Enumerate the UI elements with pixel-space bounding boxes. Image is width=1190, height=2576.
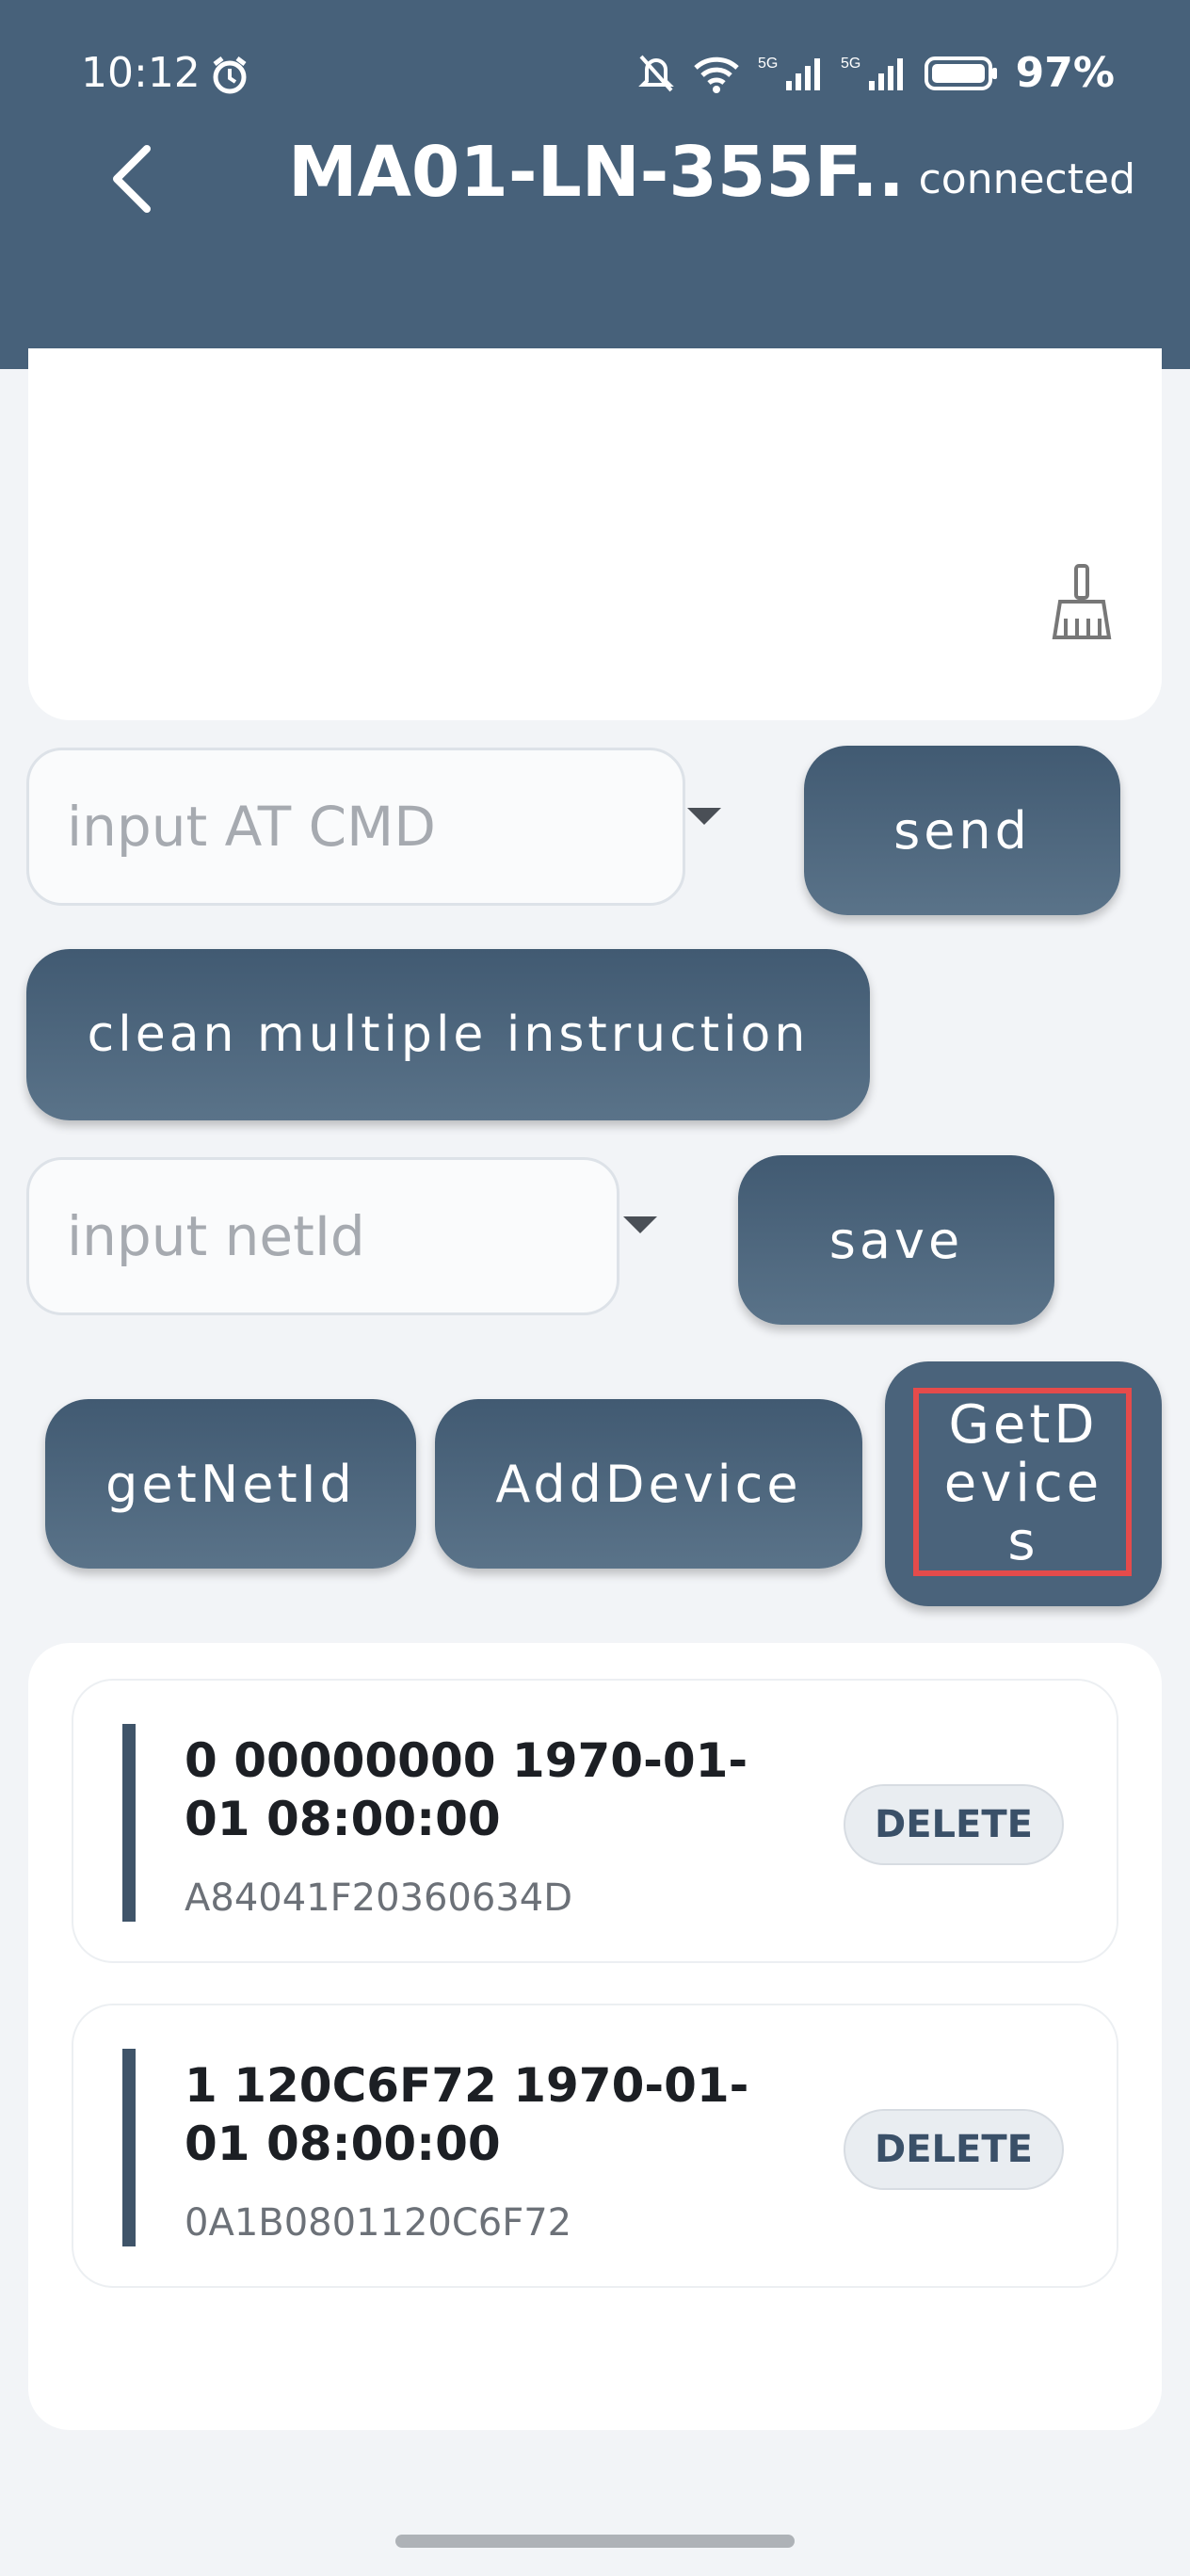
connection-status: connected [918, 155, 1135, 203]
svg-text:5G: 5G [841, 56, 860, 72]
get-devices-button[interactable]: GetDevices [885, 1361, 1162, 1606]
app-header: 10:12 5G 5G 97% MA01-LN-355F... connecte… [0, 0, 1190, 369]
delete-button[interactable]: DELETE [844, 2109, 1064, 2190]
signal-5g-icon: 5G [841, 53, 907, 94]
list-item: 1 120C6F72 1970-01-01 08:00:00 0A1B08011… [72, 2004, 1118, 2288]
accent-bar [122, 2049, 136, 2246]
device-entry-title: 1 120C6F72 1970-01-01 08:00:00 [185, 2058, 749, 2171]
device-title: MA01-LN-355F... [288, 132, 909, 213]
at-cmd-input[interactable]: input AT CMD [26, 748, 685, 906]
battery-icon [924, 53, 999, 94]
device-eui: 0A1B0801120C6F72 [185, 2201, 572, 2245]
home-indicator[interactable] [395, 2535, 795, 2548]
get-devices-label: GetDevices [943, 1394, 1103, 1572]
signal-5g-icon: 5G [758, 53, 824, 94]
device-eui: A84041F20360634D [185, 1876, 573, 1920]
wifi-icon [692, 53, 741, 94]
add-device-button[interactable]: AddDevice [435, 1399, 862, 1569]
alarm-icon [209, 55, 250, 100]
mute-icon [637, 53, 675, 94]
battery-percent: 97% [1015, 49, 1115, 97]
device-list: 0 00000000 1970-01-01 08:00:00 A84041F20… [28, 1643, 1162, 2430]
device-entry-title: 0 00000000 1970-01-01 08:00:00 [185, 1733, 748, 1846]
log-output-panel [28, 348, 1162, 720]
broom-icon[interactable] [1049, 562, 1115, 645]
get-net-id-button[interactable]: getNetId [45, 1399, 416, 1569]
caret-down-icon[interactable] [687, 808, 721, 825]
net-id-input[interactable]: input netId [26, 1157, 619, 1315]
send-button[interactable]: send [804, 746, 1120, 915]
svg-text:5G: 5G [758, 56, 778, 72]
save-button[interactable]: save [738, 1155, 1054, 1325]
accent-bar [122, 1724, 136, 1922]
clean-multiple-instruction-button[interactable]: clean multiple instruction [26, 949, 870, 1120]
status-time: 10:12 [81, 49, 201, 97]
chevron-left-icon[interactable] [105, 141, 162, 217]
delete-button[interactable]: DELETE [844, 1784, 1064, 1865]
list-item: 0 00000000 1970-01-01 08:00:00 A84041F20… [72, 1679, 1118, 1963]
status-icons: 5G 5G 97% [637, 49, 1115, 97]
caret-down-icon[interactable] [623, 1216, 657, 1233]
